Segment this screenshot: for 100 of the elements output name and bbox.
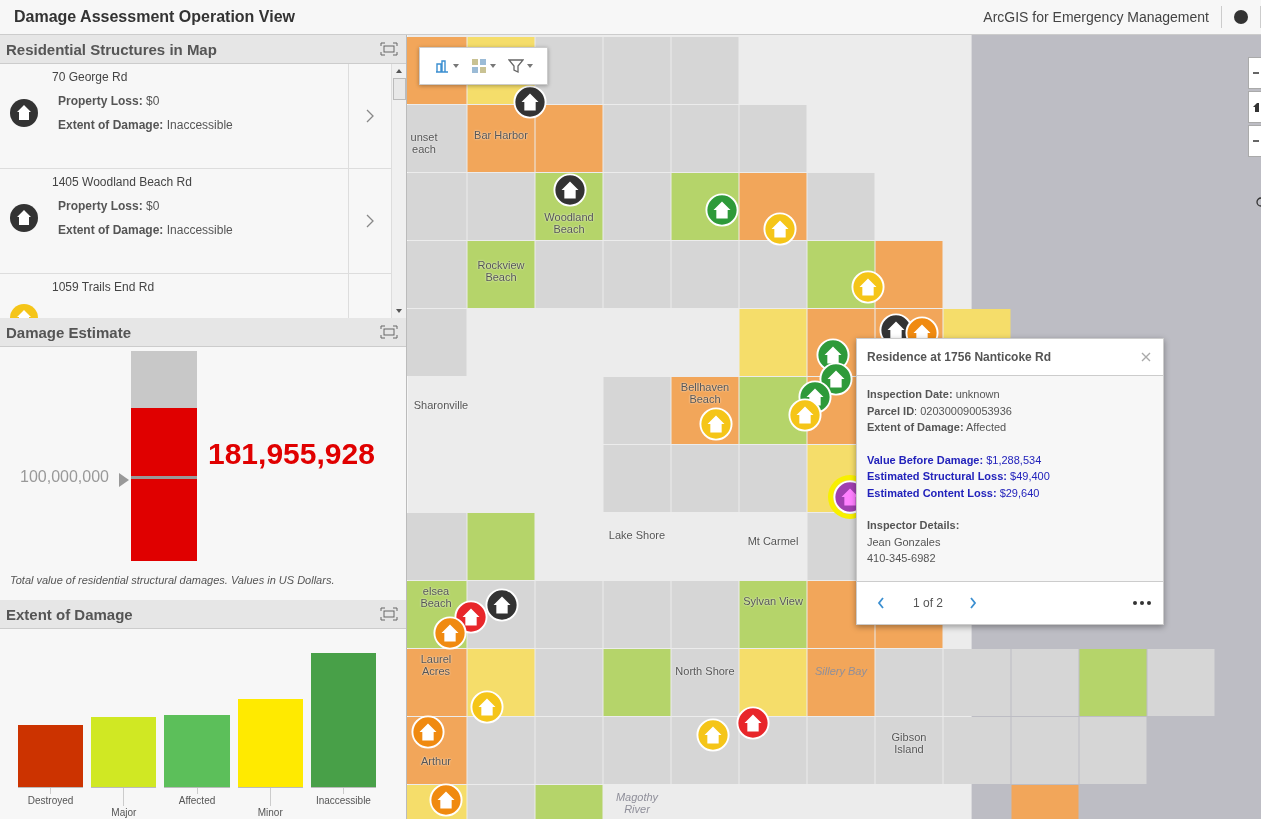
damage-grid-tile[interactable] [603, 717, 671, 784]
damage-grid-tile[interactable] [671, 105, 739, 172]
popup-field-text: Jean Gonzales [867, 534, 942, 550]
damage-grid-tile[interactable] [671, 649, 739, 716]
category-label: Inaccessible [315, 795, 371, 806]
damage-grid-tile[interactable] [875, 649, 943, 716]
damage-grid-tile[interactable] [603, 241, 671, 308]
property-loss-text: Property Loss: $0 [58, 94, 161, 108]
damage-grid-tile[interactable] [603, 445, 671, 512]
damage-bar[interactable] [237, 699, 303, 787]
house-marker-icon[interactable] [696, 718, 730, 752]
damage-grid-tile[interactable] [1147, 649, 1215, 716]
close-icon[interactable] [1141, 352, 1151, 362]
house-marker-icon[interactable] [553, 173, 587, 207]
structure-list-item[interactable]: 1405 Woodland Beach Rd Property Loss: $0 Extent of Damage: Inaccessible [0, 169, 391, 274]
damage-grid-tile[interactable] [671, 241, 739, 308]
damage-grid-tile[interactable] [535, 717, 603, 784]
house-marker-icon[interactable] [699, 407, 733, 441]
damage-grid-tile[interactable] [467, 785, 535, 819]
damage-grid-tile[interactable] [1011, 717, 1079, 784]
caret-icon [453, 64, 459, 68]
house-marker-icon[interactable] [411, 715, 445, 749]
house-marker-icon[interactable] [851, 270, 885, 304]
damage-grid-tile[interactable] [467, 241, 535, 308]
chevron-right-icon[interactable] [366, 109, 374, 123]
damage-grid-tile[interactable] [875, 241, 943, 308]
maximize-icon[interactable] [380, 42, 398, 56]
damage-grid-tile[interactable] [807, 717, 875, 784]
scroll-thumb[interactable] [392, 78, 406, 100]
address-text: 70 George Rd [52, 70, 129, 84]
damage-grid-tile[interactable] [739, 309, 807, 376]
damage-grid-tile[interactable] [535, 581, 603, 648]
damage-grid-tile[interactable] [671, 581, 739, 648]
user-icon[interactable] [1234, 10, 1248, 24]
damage-grid-tile[interactable] [467, 717, 535, 784]
damage-grid-tile[interactable] [1079, 649, 1147, 716]
damage-grid-tile[interactable] [807, 173, 875, 240]
house-marker-icon[interactable] [788, 398, 822, 432]
maximize-icon[interactable] [380, 325, 398, 339]
damage-grid-tile[interactable] [467, 513, 535, 580]
damage-grid-tile[interactable] [943, 717, 1011, 784]
damage-grid-tile[interactable] [603, 649, 671, 716]
place-label: Magothy River [614, 791, 660, 815]
damage-grid-tile[interactable] [807, 649, 875, 716]
house-marker-icon[interactable] [513, 85, 547, 119]
popup-field-text: Extent of Damage: Affected [867, 420, 1008, 435]
damage-grid-tile[interactable] [943, 649, 1011, 716]
damage-grid-tile[interactable] [739, 105, 807, 172]
scrollbar[interactable] [391, 64, 406, 318]
popup-field-text: Estimated Structural Loss: $49,400 [867, 469, 1051, 484]
damage-grid-tile[interactable] [739, 581, 807, 648]
next-icon[interactable] [969, 596, 978, 609]
damage-grid-tile[interactable] [467, 105, 535, 172]
damage-grid-tile[interactable] [739, 649, 807, 716]
damage-grid-tile[interactable] [739, 445, 807, 512]
panel-title: Damage Estimate [6, 323, 132, 341]
house-marker-icon[interactable] [429, 783, 463, 817]
scroll-down-icon[interactable] [395, 308, 403, 314]
damage-grid-tile[interactable] [1011, 649, 1079, 716]
more-icon[interactable] [1133, 600, 1151, 605]
damage-grid-tile[interactable] [603, 105, 671, 172]
grid-icon [471, 58, 487, 74]
damage-grid-tile[interactable] [1011, 785, 1079, 819]
house-marker-icon[interactable] [763, 212, 797, 246]
damage-grid-tile[interactable] [875, 717, 943, 784]
previous-icon[interactable] [877, 596, 885, 609]
damage-bar[interactable] [91, 717, 157, 787]
structure-list-item[interactable]: 70 George Rd Property Loss: $0 Extent of Damage: Inaccessible [0, 64, 391, 169]
maximize-icon[interactable] [380, 607, 398, 621]
damage-grid-tile[interactable] [1079, 717, 1147, 784]
damage-grid-tile[interactable] [603, 377, 671, 444]
scroll-up-icon[interactable] [395, 68, 403, 74]
place-label: Lake Shore [607, 529, 667, 541]
zoom-in-button[interactable] [1248, 57, 1261, 89]
damage-grid-tile[interactable] [671, 445, 739, 512]
house-marker-icon[interactable] [485, 588, 519, 622]
popup-field-text: Inspector Details: [867, 518, 961, 533]
house-marker-icon[interactable] [433, 616, 467, 650]
damage-grid-tile[interactable] [603, 581, 671, 648]
chevron-right-icon[interactable] [366, 214, 374, 228]
property-loss-text: Property Loss: $0 [58, 199, 161, 213]
damage-grid-tile[interactable] [535, 105, 603, 172]
damage-grid-tile[interactable] [603, 173, 671, 240]
home-button[interactable] [1248, 91, 1261, 123]
damage-bar[interactable] [18, 725, 84, 787]
damage-grid-tile[interactable] [535, 785, 603, 819]
damage-bar[interactable] [310, 653, 376, 787]
place-label: unset each [409, 131, 439, 155]
damage-grid-tile[interactable] [739, 241, 807, 308]
house-marker-icon[interactable] [736, 706, 770, 740]
damage-bar[interactable] [164, 715, 230, 787]
house-marker-icon[interactable] [705, 193, 739, 227]
damage-grid-tile[interactable] [535, 649, 603, 716]
damage-grid-tile[interactable] [603, 37, 671, 104]
target-value: 100,000,000 [20, 468, 109, 486]
damage-grid-tile[interactable] [535, 241, 603, 308]
zoom-out-button[interactable] [1248, 125, 1261, 157]
place-label: Gibson Island [890, 731, 928, 755]
house-marker-icon[interactable] [470, 690, 504, 724]
damage-grid-tile[interactable] [467, 173, 535, 240]
